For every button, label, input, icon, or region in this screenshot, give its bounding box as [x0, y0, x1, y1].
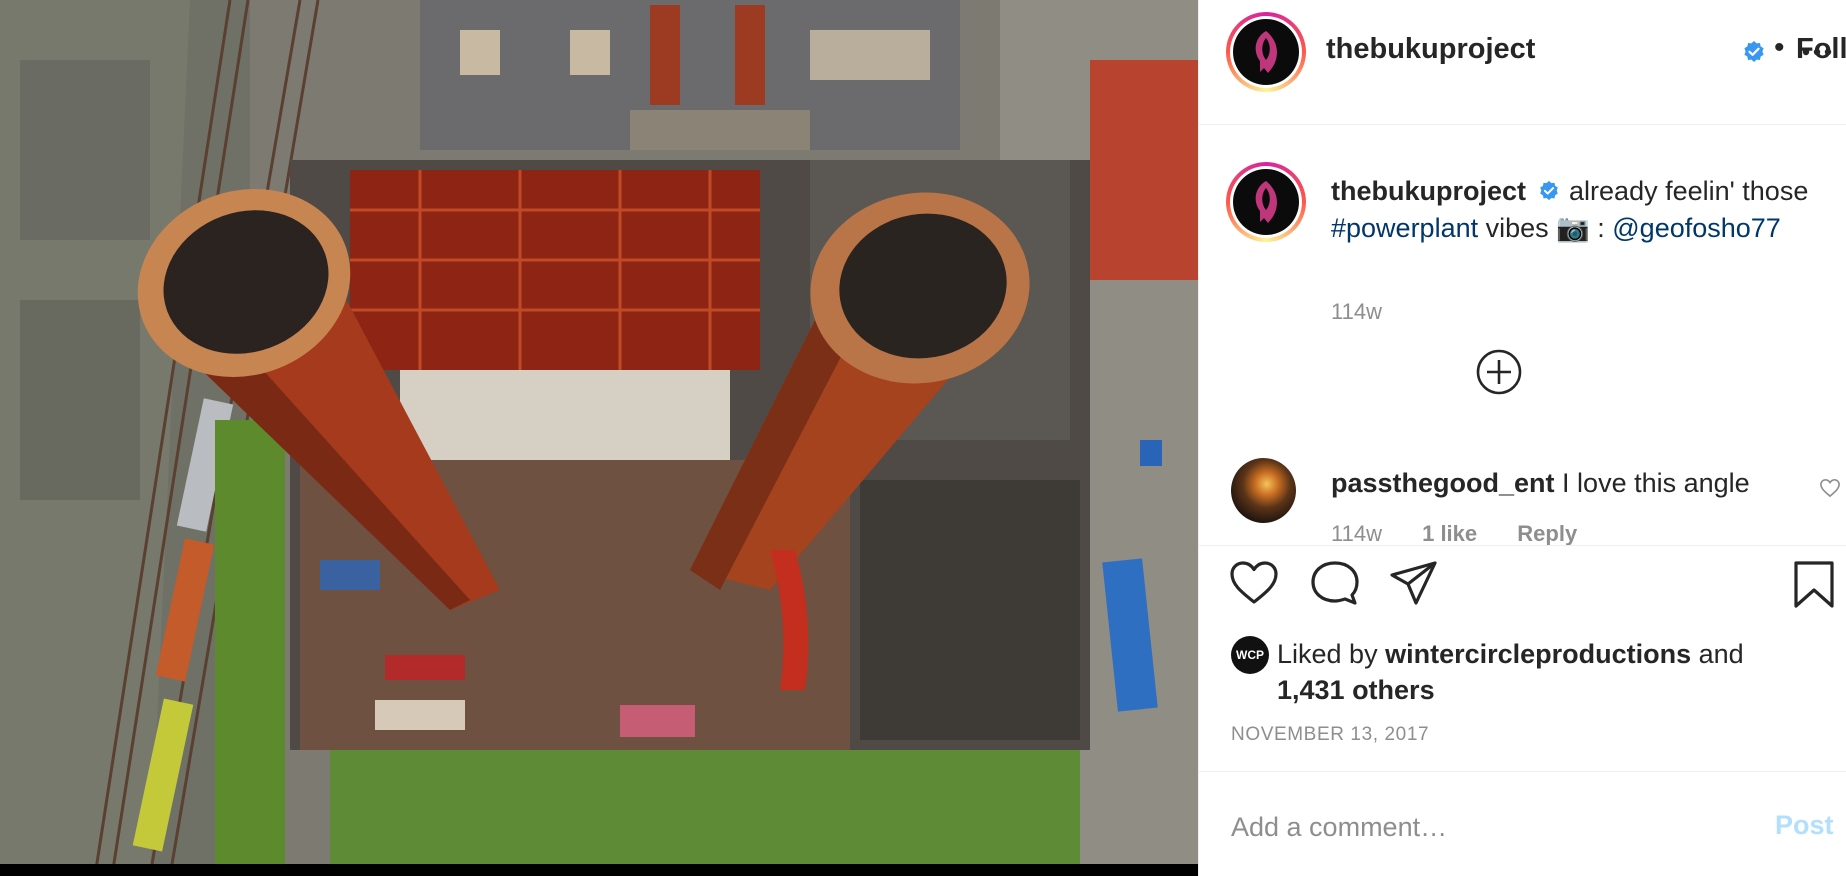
post-actions	[1199, 560, 1846, 624]
caption-text-1: already feelin' those	[1561, 176, 1809, 206]
buku-logo-icon	[1255, 181, 1277, 223]
comment-timestamp[interactable]: 114w	[1331, 521, 1382, 545]
post-comment-button[interactable]: Post	[1775, 810, 1834, 841]
caption-hashtag-link[interactable]: #powerplant	[1331, 213, 1478, 243]
post-caption: thebukuproject already feelin' those #po…	[1331, 173, 1841, 247]
caption-text-2: vibes 📷 :	[1478, 213, 1613, 243]
caption-timestamp[interactable]: 114w	[1331, 299, 1382, 325]
avatar-image	[1233, 19, 1299, 85]
caption-avatar-image	[1233, 169, 1299, 235]
comment-input[interactable]	[1231, 808, 1731, 846]
caption-mention-link[interactable]: @geofosho77	[1612, 213, 1781, 243]
caption-avatar[interactable]	[1226, 162, 1306, 242]
comment-likes[interactable]: 1 like	[1422, 521, 1477, 545]
buku-logo-icon	[1255, 31, 1277, 73]
liked-by-line: Liked by wintercircleproductions and	[1277, 636, 1744, 672]
photo-bottom-bar	[0, 864, 1198, 876]
others-likes-link[interactable]: 1,431 others	[1277, 672, 1435, 708]
comment-like-heart-icon[interactable]	[1819, 478, 1841, 498]
post-date[interactable]: NOVEMBER 13, 2017	[1231, 724, 1429, 746]
load-more-comments-icon[interactable]	[1475, 348, 1523, 396]
verified-badge-icon	[1744, 41, 1764, 62]
like-heart-icon[interactable]	[1229, 560, 1279, 606]
top-liker-username[interactable]: wintercircleproductions	[1385, 639, 1691, 669]
power-plant-aerial-image	[0, 0, 1198, 876]
liker-avatar[interactable]: WCP	[1231, 636, 1269, 674]
comment-reply-button[interactable]: Reply	[1517, 521, 1577, 545]
comment-bubble-icon[interactable]	[1310, 560, 1360, 606]
more-options-icon[interactable]	[1802, 48, 1832, 56]
save-bookmark-icon[interactable]	[1793, 560, 1835, 610]
comment-body: passthegood_ent I love this angle	[1331, 468, 1750, 499]
header-username[interactable]: thebukuproject	[1326, 33, 1535, 66]
add-comment-bar: Post	[1199, 771, 1846, 876]
instagram-post-view: thebukuproject • Following	[0, 0, 1846, 876]
commenter-avatar[interactable]	[1231, 458, 1296, 523]
commenter-username[interactable]: passthegood_ent	[1331, 468, 1555, 498]
comment-text: I love this angle	[1562, 468, 1750, 498]
liked-by-prefix: Liked by	[1277, 639, 1386, 669]
share-paper-plane-icon[interactable]	[1389, 560, 1439, 606]
verified-badge-icon	[1539, 180, 1558, 201]
profile-avatar[interactable]	[1226, 12, 1306, 92]
liked-by-suffix: and	[1691, 639, 1744, 669]
post-header: thebukuproject • Following	[1199, 0, 1846, 125]
caption-username[interactable]: thebukuproject	[1331, 176, 1526, 206]
post-side-panel: thebukuproject • Following	[1198, 0, 1846, 876]
comment-meta: 114w 1 like Reply	[1331, 521, 1611, 545]
post-photo[interactable]	[0, 0, 1198, 876]
header-separator: •	[1774, 31, 1785, 64]
comments-section: thebukuproject already feelin' those #po…	[1199, 126, 1846, 546]
